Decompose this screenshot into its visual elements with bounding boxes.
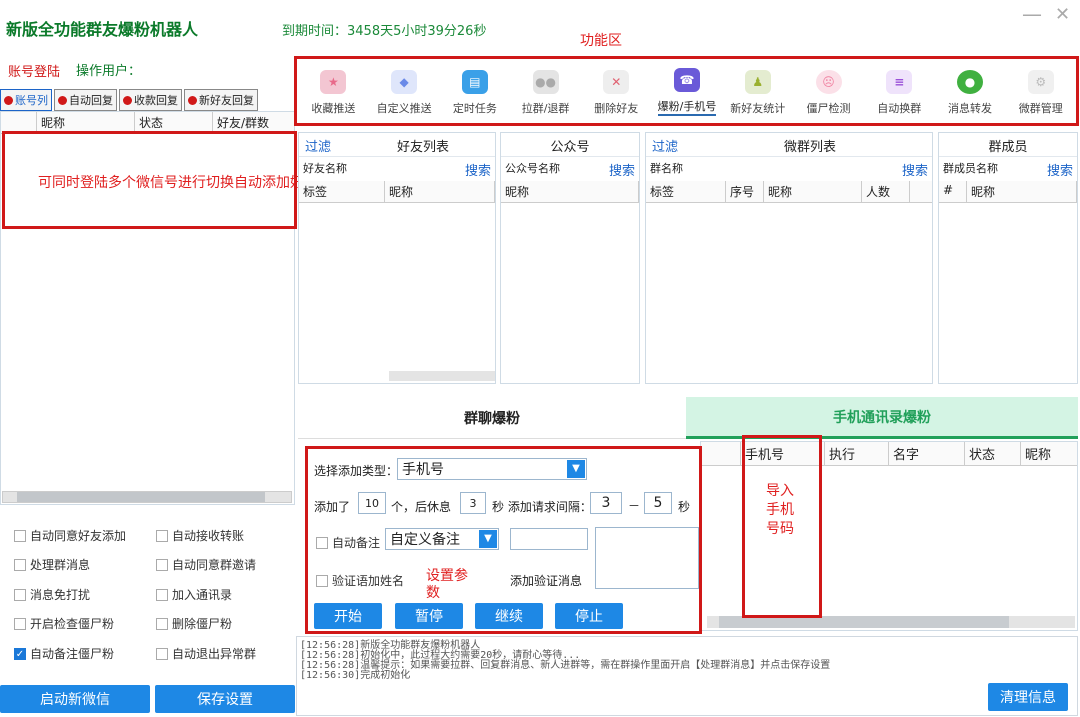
interval-min-input[interactable]: 3 — [590, 492, 622, 514]
annotation-set-params: 设置参数 — [426, 568, 468, 601]
start-button[interactable]: 开始 — [314, 603, 382, 629]
type-select[interactable]: 手机号 ▼ — [397, 458, 587, 480]
tab-contact-fans[interactable]: 手机通讯录爆粉 — [686, 397, 1078, 439]
groups-panel: 过滤 微群列表 群名称 搜索 标签 序号 昵称 人数 — [645, 132, 933, 384]
groups-search-button[interactable]: 搜索 — [902, 160, 928, 179]
friends-header: 过滤 好友列表 — [299, 133, 495, 157]
interval-max-input[interactable]: 5 — [644, 492, 672, 514]
annotation-multi-login: 可同时登陆多个微信号进行切换自动添加好友 — [38, 175, 318, 191]
tab-auto-reply[interactable]: 自动回复 — [54, 89, 117, 111]
chevron-down-icon: ▼ — [479, 530, 497, 548]
checkbox[interactable] — [156, 588, 168, 601]
type-label: 选择添加类型： — [314, 464, 399, 478]
checkbox[interactable] — [316, 536, 328, 549]
checkbox[interactable] — [156, 529, 168, 542]
checkbox[interactable] — [14, 617, 26, 630]
option-auto-accept-friend[interactable]: 自动同意好友添加 — [14, 527, 126, 544]
option-do-not-disturb[interactable]: 消息免打扰 — [14, 586, 90, 603]
friends-filter-link[interactable]: 过滤 — [305, 136, 331, 155]
official-search-button[interactable]: 搜索 — [609, 160, 635, 179]
option-auto-receive-transfer[interactable]: 自动接收转账 — [156, 527, 244, 544]
option-add-to-contacts[interactable]: 加入通讯录 — [156, 586, 232, 603]
chevron-down-icon: ▼ — [567, 460, 585, 478]
auto-remark-checkbox[interactable]: 自动备注 — [316, 534, 380, 551]
close-button[interactable]: ✕ — [1055, 4, 1070, 25]
tab-new-friend-reply[interactable]: 新好友回复 — [184, 89, 258, 111]
checkbox[interactable] — [156, 647, 168, 660]
verify-message-input[interactable] — [595, 527, 699, 589]
account-horizontal-scrollbar[interactable] — [2, 491, 292, 503]
start-new-wechat-button[interactable]: 启动新微信 — [0, 685, 150, 713]
save-settings-button[interactable]: 保存设置 — [155, 685, 295, 713]
count-input[interactable]: 10 — [358, 492, 386, 514]
official-panel: 公众号 公众号名称 搜索 昵称 — [500, 132, 640, 384]
expire-time: 到期时间：3458天5小时39分26秒 — [282, 24, 487, 39]
option-check-zombie[interactable]: 开启检查僵尸粉 — [14, 615, 114, 632]
log-text: [12:56:28]新版全功能群友爆粉机器人 [12:56:28]初始化中，此过… — [300, 640, 831, 681]
option-auto-exit-abnormal-group[interactable]: 自动退出异常群 — [156, 645, 256, 662]
red-dot-icon — [58, 95, 67, 105]
tab-account-list[interactable]: 账号列 — [0, 89, 52, 111]
friends-scrollbar[interactable] — [389, 371, 495, 381]
red-dot-icon — [188, 95, 197, 105]
members-panel: 群成员 群成员名称 搜索 # 昵称 — [938, 132, 1078, 384]
app-title: 新版全功能群友爆粉机器人 — [6, 20, 199, 39]
account-tabs: 账号列 自动回复 收款回复 新好友回复 — [0, 89, 290, 111]
friends-panel: 过滤 好友列表 好友名称 搜索 标签 昵称 — [298, 132, 496, 384]
resume-button[interactable]: 继续 — [475, 603, 543, 629]
annotation-import-phone: 导入手机号码 — [766, 483, 794, 537]
option-remark-zombie[interactable]: ✓ 自动备注僵尸粉 — [14, 645, 114, 662]
account-login-link[interactable]: 账号登陆 — [8, 61, 60, 80]
remark-input[interactable] — [510, 528, 588, 550]
scrollbar-thumb[interactable] — [17, 492, 265, 502]
rest-input[interactable]: 3 — [460, 492, 486, 514]
annotation-box-function-area — [294, 56, 1079, 126]
checkbox-checked[interactable]: ✓ — [14, 647, 26, 660]
annotation-function-area: 功能区 — [580, 33, 622, 49]
option-delete-zombie[interactable]: 删除僵尸粉 — [156, 615, 232, 632]
checkbox[interactable] — [156, 558, 168, 571]
option-auto-accept-group-invite[interactable]: 自动同意群邀请 — [156, 556, 256, 573]
friends-search-button[interactable]: 搜索 — [465, 160, 491, 179]
red-dot-icon — [123, 95, 132, 105]
members-search-button[interactable]: 搜索 — [1047, 160, 1073, 179]
checkbox[interactable] — [14, 529, 26, 542]
option-handle-group-msg[interactable]: 处理群消息 — [14, 556, 90, 573]
clear-log-button[interactable]: 清理信息 — [988, 683, 1068, 711]
tab-group-chat-fans[interactable]: 群聊爆粉 — [298, 397, 686, 439]
checkbox[interactable] — [14, 558, 26, 571]
operator-label: 操作用户： — [76, 64, 142, 79]
checkbox[interactable] — [156, 617, 168, 630]
red-dot-icon — [4, 95, 13, 105]
checkbox[interactable] — [316, 574, 328, 587]
groups-filter-link[interactable]: 过滤 — [652, 136, 678, 155]
minimize-button[interactable]: — — [1022, 2, 1042, 26]
remark-select[interactable]: 自定义备注 ▼ — [385, 528, 499, 550]
checkbox[interactable] — [14, 588, 26, 601]
pause-button[interactable]: 暂停 — [395, 603, 463, 629]
tab-payment-reply[interactable]: 收款回复 — [119, 89, 182, 111]
stop-button[interactable]: 停止 — [555, 603, 623, 629]
verify-name-checkbox[interactable]: 验证语加姓名 — [316, 572, 404, 589]
